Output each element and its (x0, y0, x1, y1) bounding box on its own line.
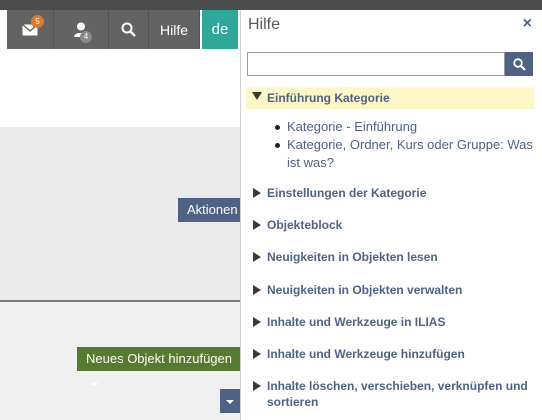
caret-down-icon (90, 381, 98, 386)
help-subtopic-link[interactable]: Kategorie, Ordner, Kurs oder Gruppe: Was… (275, 136, 537, 172)
expand-arrow-icon (253, 349, 261, 359)
caret-down-icon (226, 400, 234, 404)
help-topic-neuigkeiten-verwalten[interactable]: Neuigkeiten in Objekten verwalten (246, 282, 534, 300)
help-panel-title: Hilfe (248, 16, 281, 33)
mail-badge: 5 (31, 15, 44, 28)
help-topic-label: Einführung Kategorie (267, 91, 390, 105)
add-new-object-label: Neues Objekt hinzufügen (86, 351, 232, 366)
help-topic-einfuehrung-kategorie[interactable]: Einführung Kategorie (246, 87, 534, 109)
add-new-object-button[interactable]: Neues Objekt hinzufügen (77, 347, 240, 386)
help-topic-inhalte-loeschen[interactable]: Inhalte löschen, verschieben, verknüpfen… (246, 378, 534, 412)
user-badge: 4 (80, 31, 92, 43)
search-button[interactable] (109, 10, 149, 49)
help-topic-inhalte-werkzeuge-ilias[interactable]: Inhalte und Werkzeuge in ILIAS (246, 314, 534, 332)
help-panel: Hilfe × Einführung Kategorie Kategorie -… (240, 10, 542, 420)
help-topic-label: Neuigkeiten in Objekten verwalten (267, 283, 463, 297)
expand-arrow-icon (253, 188, 261, 198)
help-button[interactable]: Hilfe (149, 10, 200, 49)
expand-arrow-icon (253, 220, 261, 230)
help-topic-einstellungen[interactable]: Einstellungen der Kategorie (246, 185, 534, 203)
top-bar (0, 0, 542, 10)
main-nav: 5 4 Hilfe de (7, 10, 238, 49)
dropdown-toggle-button[interactable] (220, 389, 240, 413)
search-icon (121, 22, 136, 37)
help-search-button[interactable] (505, 52, 533, 76)
help-topic-objekteblock[interactable]: Objekteblock (246, 217, 534, 235)
search-icon (512, 57, 526, 71)
help-topic-neuigkeiten-lesen[interactable]: Neuigkeiten in Objekten lesen (246, 249, 534, 267)
bullet (275, 125, 280, 130)
actions-button[interactable]: Aktionen (178, 198, 240, 222)
help-topic-label: Inhalte und Werkzeuge hinzufügen (267, 347, 465, 361)
help-topic-label: Neuigkeiten in Objekten lesen (267, 250, 438, 264)
help-topic-label: Einstellungen der Kategorie (267, 186, 427, 200)
expand-arrow-icon (253, 252, 261, 262)
help-topic-label: Inhalte löschen, verschieben, verknüpfen… (267, 379, 528, 409)
language-button[interactable]: de (202, 10, 238, 49)
expand-arrow-icon (253, 317, 261, 327)
expand-arrow-icon (253, 381, 261, 391)
mail-button[interactable]: 5 (7, 10, 54, 49)
user-button[interactable]: 4 (54, 10, 109, 49)
help-topic-label: Objekteblock (267, 218, 343, 232)
help-topic-label: Inhalte und Werkzeuge in ILIAS (267, 315, 446, 329)
collapse-arrow-icon (252, 92, 262, 100)
close-icon[interactable]: × (523, 15, 532, 33)
bullet (275, 143, 280, 148)
help-topic-inhalte-werkzeuge-hinzufuegen[interactable]: Inhalte und Werkzeuge hinzufügen (246, 346, 534, 364)
help-search-input[interactable] (247, 52, 505, 76)
help-subtopic-link[interactable]: Kategorie - Einführung (275, 118, 537, 136)
expand-arrow-icon (253, 285, 261, 295)
